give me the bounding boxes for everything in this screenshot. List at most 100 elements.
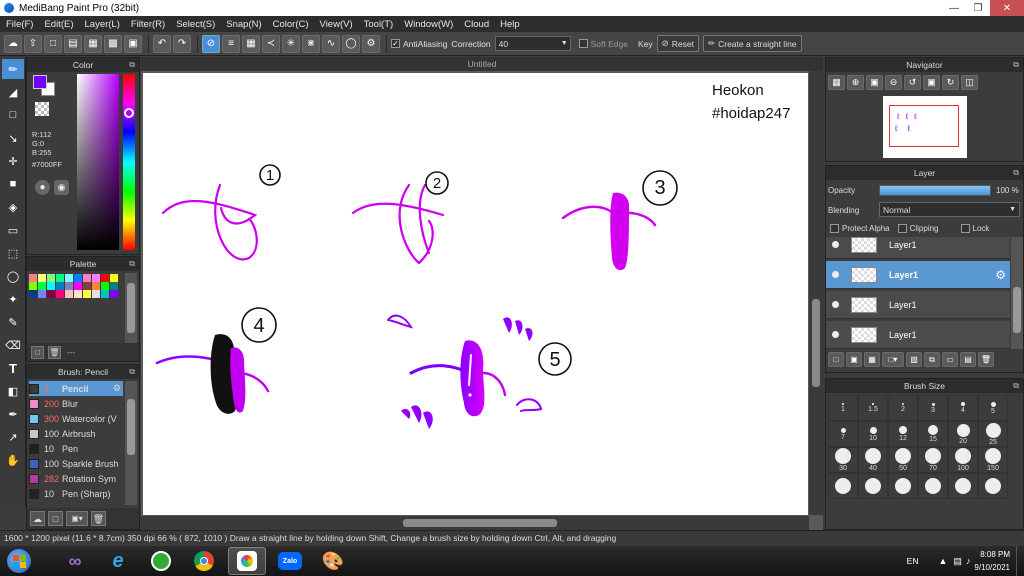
- palette-swatch[interactable]: [29, 290, 37, 298]
- brush-size-cell[interactable]: [948, 473, 978, 499]
- brush-item-pen[interactable]: 10 Pen: [29, 441, 123, 456]
- clock[interactable]: 8:08 PM 9/10/2021: [974, 548, 1010, 574]
- palette-swatch[interactable]: [83, 290, 91, 298]
- detach-icon[interactable]: ⧉: [129, 58, 135, 72]
- brush-size-cell[interactable]: 70: [918, 447, 948, 473]
- palette-swatch[interactable]: [56, 282, 64, 290]
- palette-swatch[interactable]: [101, 282, 109, 290]
- detach-icon[interactable]: ⧉: [1013, 166, 1019, 180]
- close-button[interactable]: ✕: [990, 0, 1024, 16]
- rotate-left-icon[interactable]: ↺: [904, 75, 921, 90]
- menu-cloud[interactable]: Cloud: [464, 19, 489, 30]
- palette-swatch[interactable]: [110, 274, 118, 282]
- brush-size-cell[interactable]: 5: [978, 395, 1008, 421]
- layer-row[interactable]: Layer1: [826, 321, 1010, 349]
- eye-icon[interactable]: [832, 241, 839, 248]
- palette-swatch[interactable]: [65, 274, 73, 282]
- brush-size-cell[interactable]: 4: [948, 395, 978, 421]
- menu-help[interactable]: Help: [500, 19, 520, 30]
- palette-swatch[interactable]: [56, 290, 64, 298]
- add-brush-icon[interactable]: ▣▾: [66, 511, 88, 526]
- detach-icon[interactable]: ⧉: [129, 365, 135, 379]
- taskbar-medibang[interactable]: [228, 547, 266, 575]
- menu-file[interactable]: File(F): [6, 19, 33, 30]
- palette-swatch[interactable]: [29, 282, 37, 290]
- vertical-scroll-thumb[interactable]: [812, 299, 820, 387]
- palette-swatch[interactable]: [83, 274, 91, 282]
- brush-size-cell[interactable]: 150: [978, 447, 1008, 473]
- hue-slider-handle[interactable]: [124, 107, 134, 118]
- brush-size-cell[interactable]: 30: [828, 447, 858, 473]
- message-icon[interactable]: ▤: [64, 34, 82, 53]
- palette-swatch[interactable]: [56, 274, 64, 282]
- palette-swatch[interactable]: [83, 282, 91, 290]
- grid-icon[interactable]: ▩: [104, 34, 122, 53]
- cloud-brush-icon[interactable]: ☁: [30, 511, 45, 526]
- soft-edge-checkbox[interactable]: [578, 39, 588, 48]
- menu-layer[interactable]: Layer(L): [85, 19, 120, 30]
- brush-size-cell[interactable]: 10: [858, 421, 888, 447]
- palette-swatch[interactable]: [92, 282, 100, 290]
- language-indicator[interactable]: EN: [907, 556, 919, 566]
- brush-size-cell[interactable]: [888, 473, 918, 499]
- new-brush-icon[interactable]: □: [48, 511, 63, 526]
- panel-icon[interactable]: ▣: [124, 34, 142, 53]
- menu-window[interactable]: Window(W): [404, 19, 453, 30]
- trash-icon[interactable]: 🗑: [978, 352, 994, 367]
- brush-size-cell[interactable]: 15: [918, 421, 948, 447]
- eye-icon[interactable]: [832, 271, 839, 278]
- fill-rect-tool-icon[interactable]: ■: [2, 174, 24, 194]
- eye-icon[interactable]: [832, 331, 839, 338]
- eraser-tool-icon[interactable]: ◢: [2, 82, 24, 102]
- zoom-fit-icon[interactable]: ▦: [828, 75, 845, 90]
- dot-tool-icon[interactable]: □: [2, 105, 24, 125]
- brush-size-cell[interactable]: 100: [948, 447, 978, 473]
- brush-size-cell[interactable]: 20: [948, 421, 978, 447]
- divide-tool-icon[interactable]: ◧: [2, 381, 24, 401]
- palette-swatch[interactable]: [47, 282, 55, 290]
- add-layer-menu-icon[interactable]: □▾: [882, 352, 904, 367]
- palette-swatch[interactable]: [38, 282, 46, 290]
- flip-icon[interactable]: ◫: [961, 75, 978, 90]
- brush-size-cell[interactable]: [918, 473, 948, 499]
- brush-item-blur[interactable]: 200 Blur: [29, 396, 123, 411]
- duplicate-layer-icon[interactable]: ⧉: [924, 352, 940, 367]
- tray-expand-icon[interactable]: ▲: [938, 556, 947, 566]
- layer-scrollbar[interactable]: [1011, 237, 1023, 349]
- move-tool-icon[interactable]: ✛: [2, 151, 24, 171]
- new-halftone-layer-icon[interactable]: ▣: [846, 352, 862, 367]
- share-icon[interactable]: ⇧: [24, 34, 42, 53]
- gear-icon[interactable]: ⚙: [362, 34, 380, 53]
- foreground-color-swatch[interactable]: [33, 75, 47, 89]
- palette-swatch[interactable]: [38, 274, 46, 282]
- taskbar-visual-studio[interactable]: ∞: [56, 547, 94, 575]
- palette-swatch[interactable]: [74, 290, 82, 298]
- reset-button[interactable]: ⊘ Reset: [656, 35, 699, 52]
- brush-size-cell[interactable]: 50: [888, 447, 918, 473]
- hue-slider[interactable]: [123, 74, 135, 250]
- brush-size-cell[interactable]: 1.5: [858, 395, 888, 421]
- hand-tool-icon[interactable]: ✋: [2, 450, 24, 470]
- page-icon[interactable]: ▦: [84, 34, 102, 53]
- palette-swatch[interactable]: [38, 290, 46, 298]
- eyedropper-tool-icon[interactable]: ✒: [2, 404, 24, 424]
- palette-swatch[interactable]: [65, 282, 73, 290]
- select-tool-icon[interactable]: ⬚: [2, 243, 24, 263]
- brush-item-watercolor[interactable]: 300 Watercolor (V: [29, 411, 123, 426]
- curve-snap-icon[interactable]: ∿: [322, 34, 340, 53]
- palette-swatch[interactable]: [92, 290, 100, 298]
- taskbar-zalo[interactable]: Zalo: [271, 547, 309, 575]
- palette-swatch[interactable]: [65, 290, 73, 298]
- palette-swatch[interactable]: [110, 282, 118, 290]
- brush-size-cell[interactable]: [978, 473, 1008, 499]
- brush-tool-icon[interactable]: ✏: [2, 59, 24, 79]
- brush-item-pen-sharp[interactable]: 10 Pen (Sharp): [29, 486, 123, 501]
- trash-icon[interactable]: 🗑: [91, 511, 106, 526]
- bucket-tool-icon[interactable]: ◈: [2, 197, 24, 217]
- folder-icon[interactable]: ▧: [906, 352, 922, 367]
- menu-select[interactable]: Select(S): [176, 19, 215, 30]
- palette-swatch[interactable]: [101, 290, 109, 298]
- palette-swatch[interactable]: [101, 274, 109, 282]
- gradient-tool-icon[interactable]: ▭: [2, 220, 24, 240]
- drawing-canvas[interactable]: Heokon #hoidap247 1 2 3 4 5: [143, 73, 808, 515]
